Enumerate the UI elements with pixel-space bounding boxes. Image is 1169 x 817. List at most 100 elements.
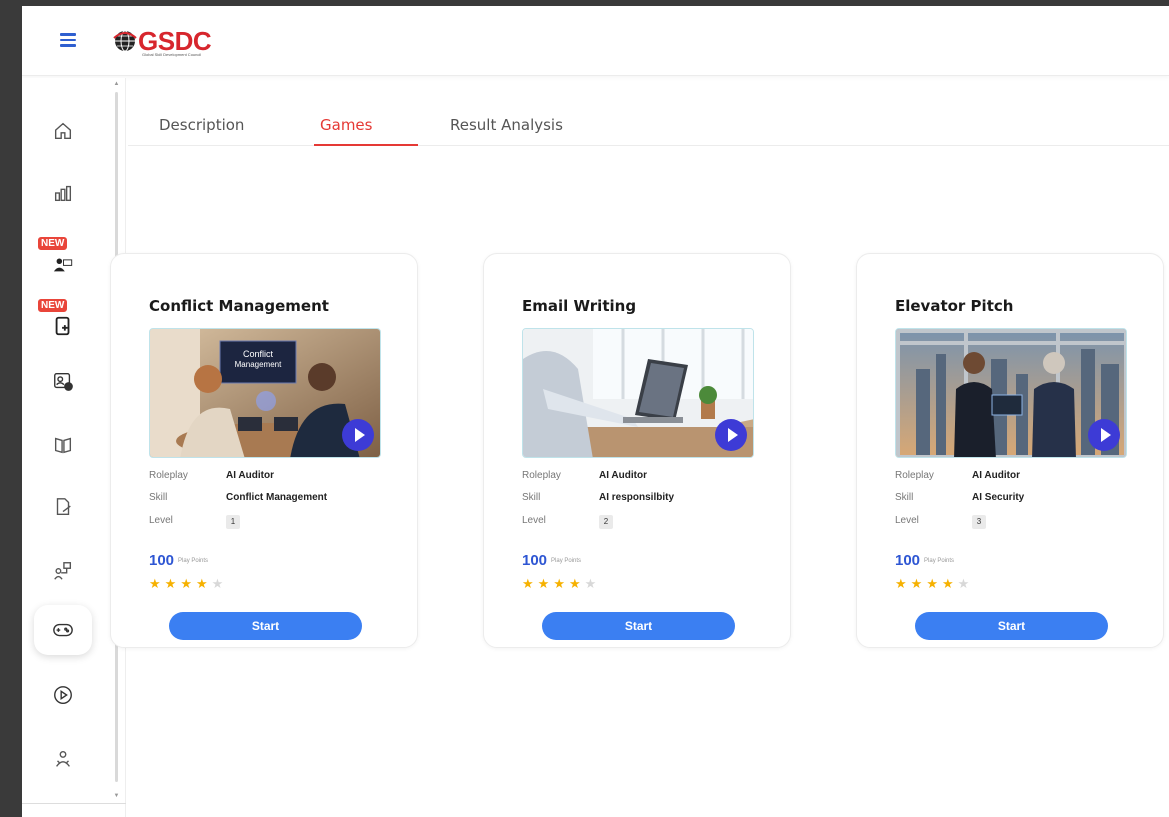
level-badge: 2 [599, 515, 613, 529]
roleplay-value: AI Auditor [972, 470, 1020, 481]
roleplay-value: AI Auditor [226, 470, 274, 481]
level-label: Level [895, 515, 919, 526]
skill-label: Skill [522, 492, 541, 503]
star-rating: ★★★★★ [895, 576, 973, 592]
sidebar-item-games[interactable] [34, 605, 92, 655]
points-value: 100 [895, 552, 921, 569]
play-points: 100 Play Points [149, 552, 208, 570]
play-circle-icon [54, 686, 72, 704]
top-header: GSDC Global Skill Development Council [22, 6, 1169, 76]
sidebar-item-analytics[interactable] [34, 168, 92, 218]
sidebar-item-workflow[interactable] [34, 546, 92, 596]
skill-value: AI responsilbity [599, 492, 675, 503]
gamepad-icon [53, 623, 73, 637]
globe-icon [113, 30, 137, 52]
star-icon: ★ [895, 576, 911, 591]
points-label: Play Points [178, 558, 209, 564]
skill-value: AI Security [972, 492, 1025, 503]
sidebar-item-library[interactable] [34, 420, 92, 470]
star-icon: ★ [957, 576, 974, 591]
tab-result-analysis[interactable]: Result Analysis [450, 116, 563, 134]
game-card: Email Writing Roleplay AI Auditor Skill … [483, 253, 791, 648]
start-button[interactable]: Start [542, 612, 735, 640]
users-board-icon [53, 258, 73, 272]
play-video-button[interactable] [342, 419, 374, 451]
star-icon: ★ [941, 576, 958, 591]
user-group-icon [56, 750, 70, 767]
play-video-button[interactable] [715, 419, 747, 451]
star-icon: ★ [553, 576, 569, 591]
star-icon: ★ [910, 576, 927, 591]
points-label: Play Points [551, 558, 582, 564]
card-thumbnail[interactable] [895, 328, 1127, 458]
card-thumbnail[interactable] [522, 328, 754, 458]
star-icon: ★ [926, 576, 942, 591]
roleplay-label: Roleplay [895, 470, 934, 481]
tab-games[interactable]: Games [320, 116, 372, 134]
points-label: Play Points [924, 558, 955, 564]
sidebar-item-home[interactable] [34, 106, 92, 156]
play-points: 100 Play Points [522, 552, 581, 570]
tablet-add-icon [55, 316, 70, 336]
card-title: Elevator Pitch [895, 297, 1014, 315]
card-title: Email Writing [522, 297, 637, 315]
points-value: 100 [149, 552, 175, 569]
svg-text:Management: Management [235, 360, 282, 369]
level-label: Level [149, 515, 173, 526]
skill-value: Conflict Management [226, 492, 328, 503]
contact-card-icon [54, 372, 73, 391]
star-icon: ★ [195, 576, 212, 591]
card-title: Conflict Management [149, 297, 329, 315]
play-video-button[interactable] [1088, 419, 1120, 451]
star-icon: ★ [584, 576, 601, 591]
gsdc-logo[interactable]: GSDC Global Skill Development Council [112, 24, 222, 58]
scroll-down-icon[interactable]: ▼ [113, 792, 120, 800]
sidebar-item-users[interactable] [34, 734, 92, 784]
star-icon: ★ [180, 576, 196, 591]
roleplay-label: Roleplay [149, 470, 188, 481]
skill-label: Skill [895, 492, 914, 503]
star-icon: ★ [568, 576, 585, 591]
workflow-icon [54, 562, 72, 580]
level-badge: 3 [972, 515, 986, 529]
level-badge: 1 [226, 515, 240, 529]
new-badge: NEW [37, 298, 69, 313]
play-points: 100 Play Points [895, 552, 954, 570]
star-rating: ★★★★★ [149, 576, 227, 592]
logo-tagline: Global Skill Development Council [142, 52, 202, 57]
start-button[interactable]: Start [915, 612, 1108, 640]
start-button[interactable]: Start [169, 612, 362, 640]
active-tab-indicator [314, 144, 418, 146]
document-edit-icon [56, 498, 71, 516]
star-icon: ★ [164, 576, 181, 591]
star-rating: ★★★★★ [522, 576, 600, 592]
app-window: GSDC Global Skill Development Council NE… [22, 6, 1169, 817]
roleplay-label: Roleplay [522, 470, 561, 481]
sidebar-item-videos[interactable] [34, 670, 92, 720]
book-icon [54, 437, 72, 454]
hamburger-menu-icon[interactable] [60, 33, 76, 47]
scroll-up-icon[interactable]: ▲ [113, 80, 120, 88]
sidebar-item-documents[interactable] [34, 482, 92, 532]
level-label: Level [522, 515, 546, 526]
sidebar-footer [22, 803, 126, 817]
sidebar-item-sessions[interactable]: NEW [34, 232, 92, 282]
star-icon: ★ [537, 576, 554, 591]
tab-bar: Description Games Result Analysis [128, 106, 1169, 146]
sidebar-item-contacts[interactable] [34, 356, 92, 406]
card-thumbnail[interactable]: Conflict Management [149, 328, 381, 458]
star-icon: ★ [522, 576, 538, 591]
star-icon: ★ [211, 576, 228, 591]
game-card: Conflict Management Conflict Management [110, 253, 418, 648]
new-badge: NEW [37, 236, 69, 251]
points-value: 100 [522, 552, 548, 569]
skill-label: Skill [149, 492, 168, 503]
tab-description[interactable]: Description [159, 116, 244, 134]
home-icon [54, 122, 72, 140]
sidebar-item-add[interactable]: NEW [34, 294, 92, 344]
bar-chart-icon [54, 185, 72, 202]
image-screen-text: Conflict [243, 349, 274, 359]
game-card: Elevator Pitch Roleplay AI Auditor Skill… [856, 253, 1164, 648]
star-icon: ★ [149, 576, 165, 591]
roleplay-value: AI Auditor [599, 470, 647, 481]
